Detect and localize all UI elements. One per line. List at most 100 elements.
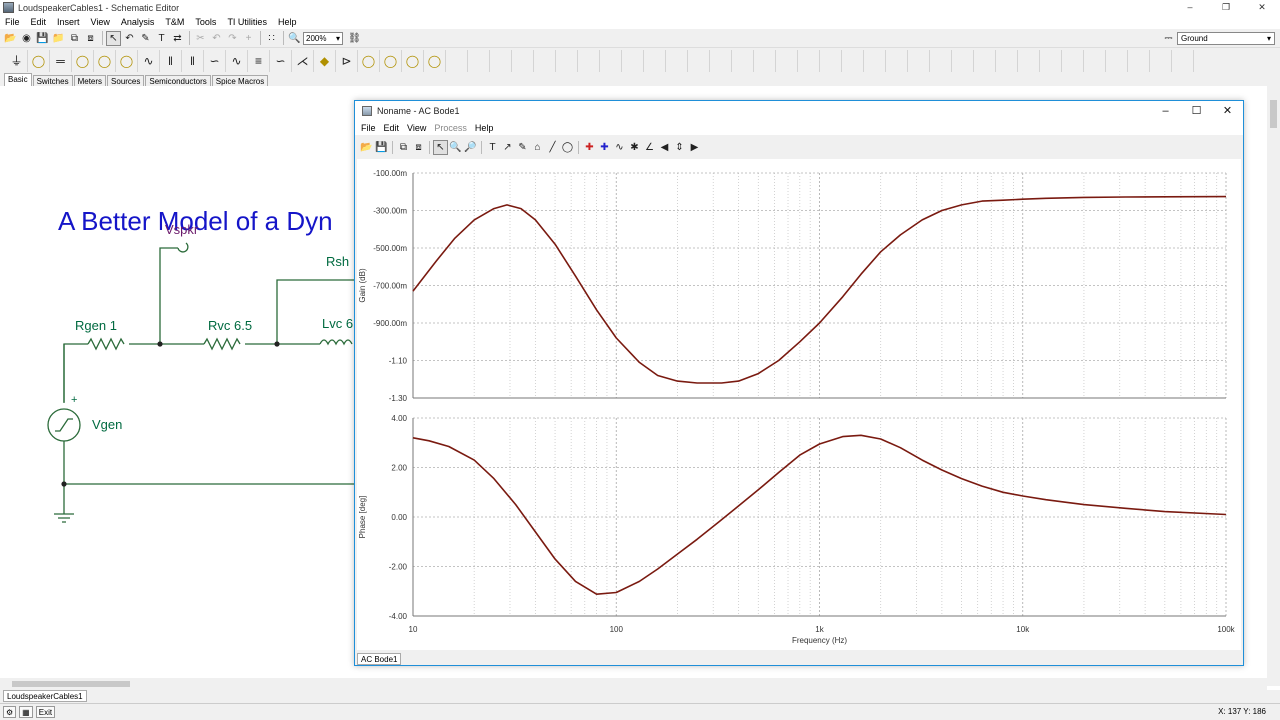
close-icon[interactable]: ✕ xyxy=(1244,0,1280,15)
menu-view[interactable]: View xyxy=(86,17,116,27)
ammeter-icon[interactable]: ◯ xyxy=(358,49,380,72)
zoom-select[interactable]: 200% ▾ xyxy=(303,31,343,45)
slope-icon[interactable]: ∠ xyxy=(642,140,657,155)
paste-icon[interactable]: ⧈ xyxy=(411,140,426,155)
bode-plot-area[interactable]: -100.00m -300.00m -500.00m -700.00m -900.00m… xyxy=(357,159,1241,650)
exit-button[interactable]: Exit xyxy=(35,706,56,718)
bode-menu-help[interactable]: Help xyxy=(472,123,499,133)
battery-icon[interactable]: ═ xyxy=(50,49,72,72)
ground-dropdown[interactable]: Ground ▾ xyxy=(1177,32,1275,45)
save-icon[interactable]: 💾 xyxy=(374,140,389,155)
bode-menu-process[interactable]: Process xyxy=(431,123,472,133)
minimize-icon[interactable]: – xyxy=(1172,0,1208,15)
close-icon[interactable]: ✕ xyxy=(1212,101,1243,121)
wire-pencil-icon[interactable]: ✎ xyxy=(138,31,153,46)
horizontal-scrollbar[interactable] xyxy=(0,678,1267,690)
text-icon[interactable]: T xyxy=(485,140,500,155)
curve-icon[interactable]: ∿ xyxy=(612,140,627,155)
restore-icon[interactable]: ❐ xyxy=(1208,0,1244,15)
controlled-source-icon[interactable]: ◆ xyxy=(314,49,336,72)
open-folder-icon[interactable]: 📂 xyxy=(3,31,18,46)
tab-meters[interactable]: Meters xyxy=(73,75,107,86)
menu-tools[interactable]: Tools xyxy=(190,17,222,27)
menu-insert[interactable]: Insert xyxy=(52,17,86,27)
zoom-in-icon[interactable]: 🔍 xyxy=(448,140,463,155)
line-icon[interactable]: ╱ xyxy=(545,140,560,155)
switch-icon[interactable]: ⋌ xyxy=(292,49,314,72)
voltage-source-icon[interactable]: ◯ xyxy=(28,49,50,72)
bode-menu-edit[interactable]: Edit xyxy=(381,123,405,133)
zoom-out-icon[interactable]: 🔎 xyxy=(463,140,478,155)
copy-icon[interactable]: ⧉ xyxy=(67,31,82,46)
coupled-inductor-icon[interactable]: ∽ xyxy=(270,49,292,72)
copy-icon[interactable]: ⧉ xyxy=(396,140,411,155)
open-circuit-icon[interactable]: ◉ xyxy=(19,31,34,46)
menu-tm[interactable]: T&M xyxy=(160,17,190,27)
menu-ti-utilities[interactable]: TI Utilities xyxy=(222,17,273,27)
capacitor-polar-icon[interactable]: ‖ xyxy=(160,49,182,72)
zoom-icon[interactable]: 🔍 xyxy=(287,31,302,46)
cut-icon[interactable]: ✂ xyxy=(193,31,208,46)
text-icon[interactable]: T xyxy=(154,31,169,46)
minimize-icon[interactable]: – xyxy=(1150,101,1181,121)
arrow-updown-icon[interactable]: ⇕ xyxy=(672,140,687,155)
capacitor-icon[interactable]: ‖ xyxy=(182,49,204,72)
tab-semiconductors[interactable]: Semiconductors xyxy=(145,75,211,86)
bode-menu-view[interactable]: View xyxy=(404,123,431,133)
vertical-scrollbar[interactable] xyxy=(1267,86,1280,686)
scroll-thumb[interactable] xyxy=(1270,100,1277,128)
potentiometer-icon[interactable]: ∿ xyxy=(226,49,248,72)
maximize-icon[interactable]: ☐ xyxy=(1181,101,1212,121)
open-folder-icon[interactable]: 📂 xyxy=(359,140,374,155)
tab-sources[interactable]: Sources xyxy=(107,75,145,86)
probe-icon[interactable]: ⛓ xyxy=(347,31,362,46)
menu-help[interactable]: Help xyxy=(273,17,303,27)
rvc-resistor[interactable] xyxy=(203,337,241,351)
bode-tab[interactable]: AC Bode1 xyxy=(357,653,402,665)
select-arrow-icon[interactable]: ↖ xyxy=(433,139,448,155)
signal-source-icon[interactable]: ◯ xyxy=(116,49,138,72)
label-icon[interactable]: ⌂ xyxy=(530,140,545,155)
current-source-icon[interactable]: ◯ xyxy=(72,49,94,72)
scroll-thumb[interactable] xyxy=(12,681,130,687)
menu-edit[interactable]: Edit xyxy=(26,17,53,27)
menu-analysis[interactable]: Analysis xyxy=(116,17,161,27)
transformer-icon[interactable]: ≡ xyxy=(248,49,270,72)
sheet-tab[interactable]: LoudspeakerCables1 xyxy=(3,690,87,702)
undo-icon[interactable]: ↶ xyxy=(209,31,224,46)
menu-file[interactable]: File xyxy=(0,17,26,27)
status-view-icon[interactable]: ▦ xyxy=(19,706,33,718)
grid-icon[interactable]: ∷ xyxy=(264,31,279,46)
save-icon[interactable]: 💾 xyxy=(35,31,50,46)
folder-icon[interactable]: 📁 xyxy=(51,31,66,46)
ground-component-icon[interactable]: ⏚ xyxy=(6,49,28,72)
lvc-inductor[interactable] xyxy=(319,339,353,346)
tab-spice-macros[interactable]: Spice Macros xyxy=(211,75,269,86)
paste-icon[interactable]: ⧈ xyxy=(83,31,98,46)
bode-menu-file[interactable]: File xyxy=(358,123,381,133)
status-gear-icon[interactable]: ⚙ xyxy=(3,706,17,718)
tab-switches[interactable]: Switches xyxy=(32,75,73,86)
ground-tool-icon[interactable]: ⎓ xyxy=(1161,31,1176,46)
marker-icon[interactable]: ✱ xyxy=(627,140,642,155)
probe-component-icon[interactable]: ◯ xyxy=(424,49,446,72)
redo-icon[interactable]: ↷ xyxy=(225,31,240,46)
arrow-annotation-icon[interactable]: ↗ xyxy=(500,140,515,155)
resistor-icon[interactable]: ∿ xyxy=(138,49,160,72)
arrow-left-icon[interactable]: ◀ xyxy=(657,140,672,155)
cursor-a-icon[interactable]: ✚ xyxy=(582,140,597,155)
plus-icon[interactable]: + xyxy=(241,31,256,46)
ellipse-icon[interactable]: ◯ xyxy=(560,140,575,155)
mirror-icon[interactable]: ⇄ xyxy=(170,31,185,46)
meter-icon[interactable]: ◯ xyxy=(402,49,424,72)
undo-arrow-icon[interactable]: ↶ xyxy=(122,31,137,46)
select-arrow-icon[interactable]: ↖ xyxy=(106,30,121,46)
generator-icon[interactable]: ◯ xyxy=(94,49,116,72)
inductor-icon[interactable]: ∽ xyxy=(204,49,226,72)
arrow-right-icon[interactable]: ▶ xyxy=(687,140,702,155)
rgen-resistor[interactable] xyxy=(87,337,125,351)
voltmeter-icon[interactable]: ◯ xyxy=(380,49,402,72)
diode-icon[interactable]: ⊳ xyxy=(336,49,358,72)
tab-basic[interactable]: Basic xyxy=(4,73,32,86)
pen-annotation-icon[interactable]: ✎ xyxy=(515,140,530,155)
